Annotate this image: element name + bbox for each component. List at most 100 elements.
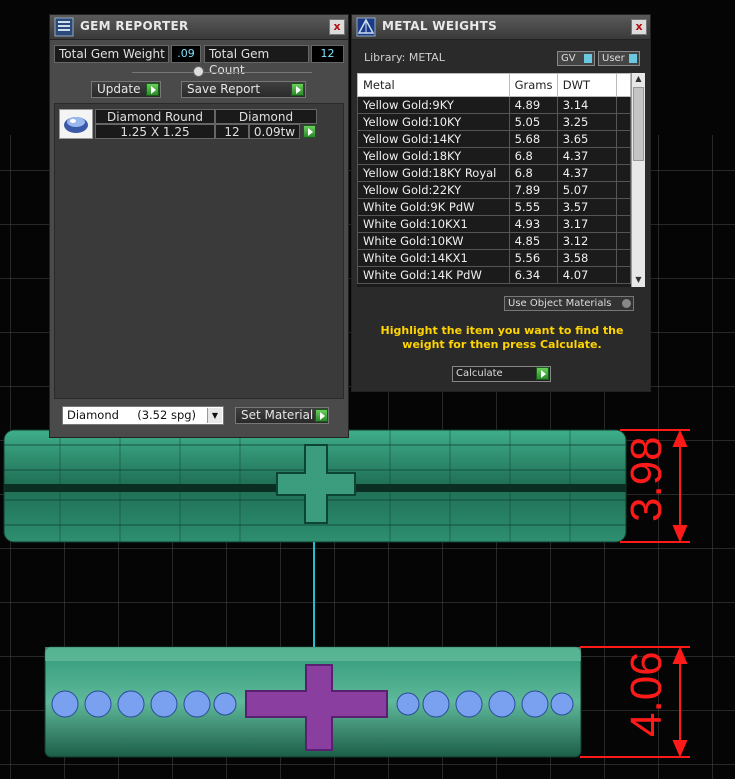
user-toggle-indicator [629, 54, 637, 63]
material-select[interactable]: Diamond (3.52 spg) ▼ [62, 406, 224, 425]
save-report-button-label: Save Report [187, 82, 261, 96]
gv-toggle[interactable]: GV [557, 51, 595, 66]
cell-spacer [615, 181, 632, 199]
metal-dwt: 4.07 [556, 266, 617, 284]
table-row[interactable]: White Gold:10KX1 4.93 3.17 [357, 215, 632, 233]
metal-grams: 5.56 [508, 249, 558, 267]
table-row[interactable]: White Gold:14KX1 5.56 3.58 [357, 249, 632, 267]
user-toggle[interactable]: User [598, 51, 640, 66]
metal-grams: 6.34 [508, 266, 558, 284]
update-go-icon[interactable] [146, 83, 159, 96]
metal-grams: 4.89 [508, 96, 558, 114]
gem-weight: 0.09tw [249, 124, 300, 139]
total-gem-weight-label: Total Gem Weight [54, 45, 169, 63]
cell-spacer [615, 113, 632, 131]
metal-weights-panel: METAL WEIGHTS x Library: METAL GV User M… [351, 14, 651, 392]
metal-table-container: Metal Grams DWT Yellow Gold:9KY 4.89 3.14 … [357, 73, 645, 287]
metal-name: Yellow Gold:9KY [357, 96, 510, 114]
gem-thumbnail[interactable] [59, 109, 93, 139]
metal-grams: 5.55 [508, 198, 558, 216]
user-label: User [602, 53, 625, 64]
table-row[interactable]: White Gold:9K PdW 5.55 3.57 [357, 198, 632, 216]
table-row[interactable]: Yellow Gold:18KY 6.8 4.37 [357, 147, 632, 165]
column-header-metal[interactable]: Metal [357, 73, 510, 97]
chevron-down-icon[interactable]: ▼ [207, 408, 222, 423]
metal-name: Yellow Gold:22KY [357, 181, 510, 199]
gem-reporter-titlebar[interactable]: GEM REPORTER x [50, 15, 348, 40]
metal-grams: 7.89 [508, 181, 558, 199]
ring-top-view [44, 646, 582, 758]
scroll-up-icon[interactable]: ▲ [633, 74, 644, 85]
table-row[interactable]: Yellow Gold:22KY 7.89 5.07 [357, 181, 632, 199]
total-gem-count-label: Total Gem Count [204, 45, 309, 77]
metal-weights-close-button[interactable]: x [631, 19, 647, 35]
gem-size: 1.25 X 1.25 [95, 124, 215, 139]
metal-grams: 4.85 [508, 232, 558, 250]
metal-name: Yellow Gold:10KY [357, 113, 510, 131]
table-row[interactable]: White Gold:14K PdW 6.34 4.07 [357, 266, 632, 284]
material-select-value: Diamond (3.52 spg) [67, 408, 197, 422]
gv-label: GV [561, 53, 576, 64]
dimension-label-top: 3.98 [622, 436, 671, 522]
metal-grams: 4.93 [508, 215, 558, 233]
metal-dwt: 5.07 [556, 181, 617, 199]
divider [132, 72, 312, 73]
metal-dwt: 4.37 [556, 147, 617, 165]
table-row[interactable]: Yellow Gold:18KY Royal 6.8 4.37 [357, 164, 632, 182]
gem-row-go-icon[interactable] [303, 125, 316, 138]
table-row[interactable]: Yellow Gold:14KY 5.68 3.65 [357, 130, 632, 148]
column-header-dwt[interactable]: DWT [556, 73, 617, 97]
total-gem-weight-value: .09 [171, 45, 201, 63]
metal-name: Yellow Gold:18KY Royal [357, 164, 510, 182]
update-button-label: Update [97, 82, 141, 96]
save-report-go-icon[interactable] [291, 83, 304, 96]
metal-table-header: Metal Grams DWT [357, 73, 632, 97]
radio-icon [622, 299, 631, 308]
cell-spacer [615, 147, 632, 165]
scroll-down-icon[interactable]: ▼ [633, 275, 644, 286]
metal-dwt: 4.37 [556, 164, 617, 182]
instruction-text: Highlight the item you want to find the … [380, 324, 624, 351]
table-row[interactable]: White Gold:10KW 4.85 3.12 [357, 232, 632, 250]
use-object-materials-toggle[interactable]: Use Object Materials [504, 296, 634, 311]
column-header-grams[interactable]: Grams [508, 73, 558, 97]
cell-spacer [615, 96, 632, 114]
total-gem-count-value: 12 [311, 45, 344, 63]
metal-name: White Gold:14KX1 [357, 249, 510, 267]
metal-name: White Gold:10KW [357, 232, 510, 250]
metal-table: Metal Grams DWT Yellow Gold:9KY 4.89 3.14 … [357, 73, 632, 284]
metal-dwt: 3.25 [556, 113, 617, 131]
metal-name: White Gold:9K PdW [357, 198, 510, 216]
metal-dwt: 3.57 [556, 198, 617, 216]
metal-name: White Gold:10KX1 [357, 215, 510, 233]
ring-side-view [3, 429, 627, 543]
table-scrollbar[interactable]: ▲ ▼ [631, 73, 645, 287]
gem-reporter-icon [54, 17, 74, 37]
dimension-label-bottom: 4.06 [622, 651, 671, 737]
collapse-toggle[interactable] [193, 66, 204, 77]
metal-weights-title: METAL WEIGHTS [382, 19, 498, 33]
save-report-button[interactable]: Save Report [181, 81, 306, 98]
calculate-go-icon[interactable] [536, 367, 549, 380]
gem-material: Diamond [215, 109, 317, 124]
metal-dwt: 3.65 [556, 130, 617, 148]
gem-count: 12 [215, 124, 249, 139]
table-row[interactable]: Yellow Gold:10KY 5.05 3.25 [357, 113, 632, 131]
set-material-button-label: Set Material [241, 408, 314, 422]
gem-reporter-panel: GEM REPORTER x Total Gem Weight .09 Tota… [49, 14, 349, 438]
metal-dwt: 3.12 [556, 232, 617, 250]
metal-weights-icon [356, 17, 376, 37]
metal-grams: 5.68 [508, 130, 558, 148]
gem-reporter-close-button[interactable]: x [329, 19, 345, 35]
calculate-button-label: Calculate [456, 368, 503, 379]
cell-spacer [615, 130, 632, 148]
cell-spacer [615, 215, 632, 233]
scrollbar-thumb[interactable] [633, 87, 644, 161]
gem-reporter-title: GEM REPORTER [80, 19, 189, 33]
cell-spacer [615, 198, 632, 216]
table-row[interactable]: Yellow Gold:9KY 4.89 3.14 [357, 96, 632, 114]
set-material-go-icon[interactable] [315, 409, 328, 422]
cell-spacer [615, 164, 632, 182]
metal-weights-titlebar[interactable]: METAL WEIGHTS x [352, 15, 650, 40]
metal-grams: 6.8 [508, 147, 558, 165]
